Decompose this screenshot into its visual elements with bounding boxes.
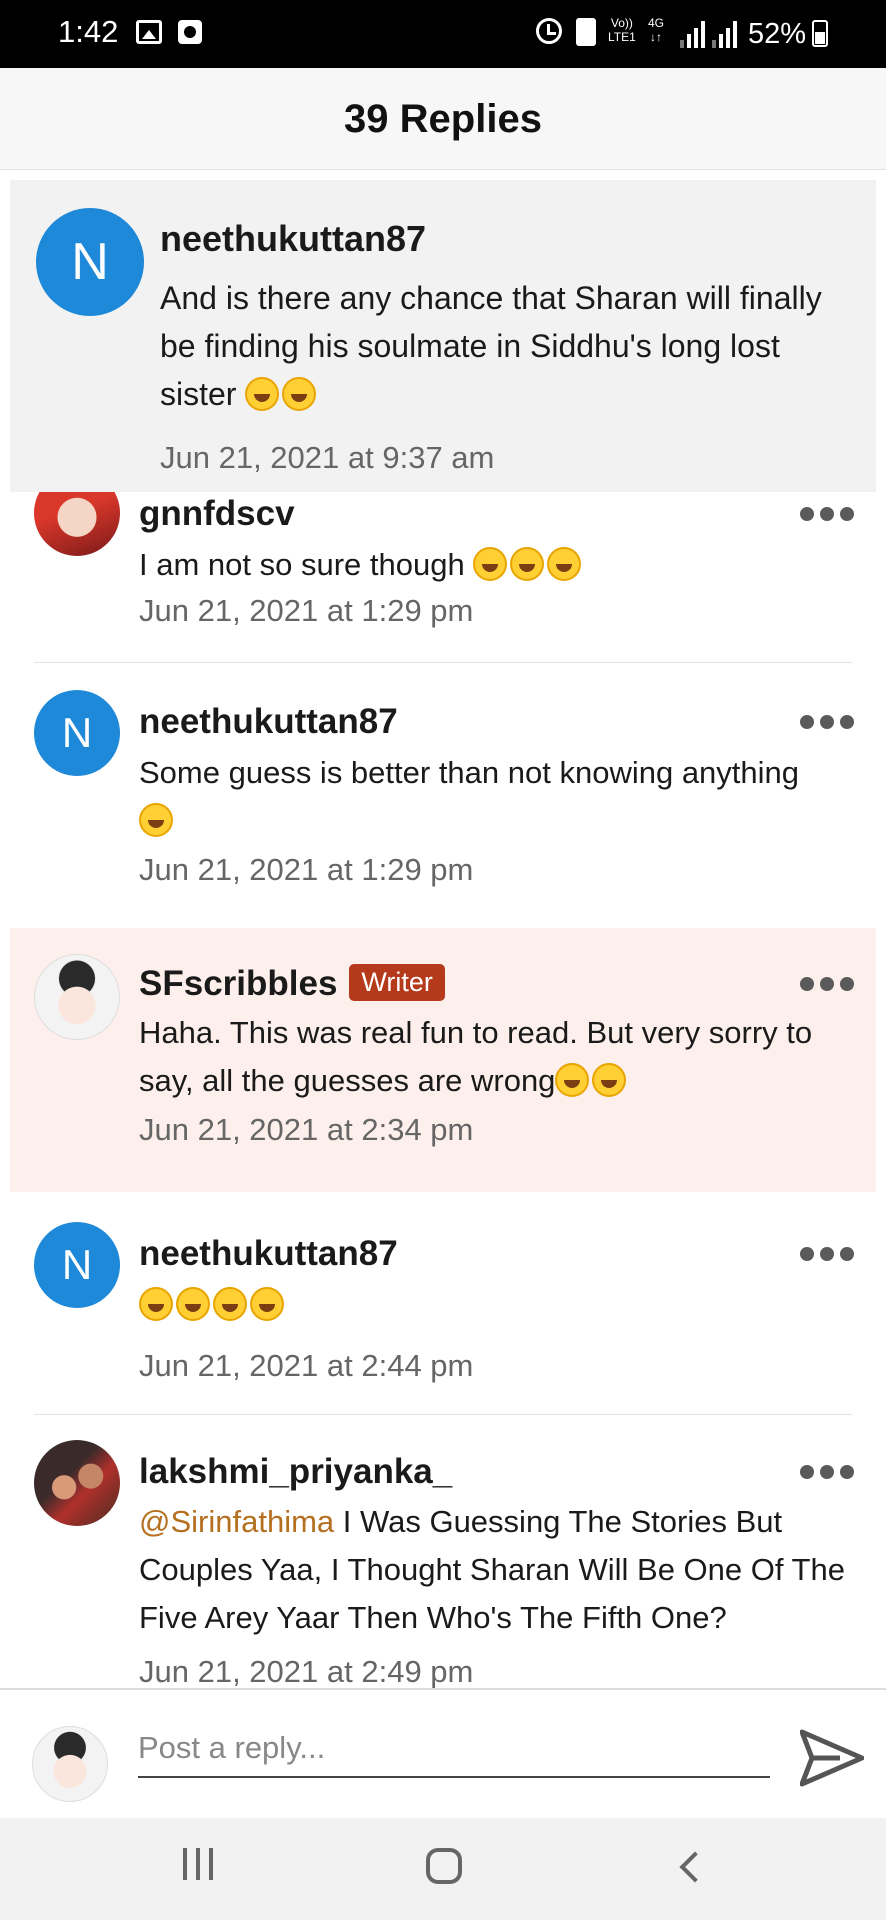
system-nav-bar — [0, 1818, 886, 1920]
laughing-emoji-icon — [213, 1287, 247, 1321]
avatar[interactable]: N — [36, 208, 144, 316]
send-icon[interactable] — [800, 1728, 864, 1788]
reply-timestamp: Jun 21, 2021 at 1:29 pm — [139, 852, 474, 887]
reply-item: N neethukuttan87 Jun 21, 2021 at 2:44 pm — [0, 1198, 886, 1424]
parent-comment: N neethukuttan87 And is there any chance… — [10, 180, 876, 492]
writer-badge: Writer — [349, 964, 445, 1001]
avatar[interactable]: N — [34, 690, 120, 776]
reply-timestamp: Jun 21, 2021 at 2:44 pm — [139, 1348, 474, 1383]
replies-list[interactable]: gnnfdscv I am not so sure though Jun 21,… — [0, 170, 886, 1688]
home-icon[interactable] — [426, 1848, 462, 1884]
reply-username[interactable]: SFscribbles Writer — [139, 964, 445, 1004]
current-user-avatar — [32, 1726, 108, 1802]
alarm-icon — [536, 18, 562, 44]
reply-text: Haha. This was real fun to read. But ver… — [139, 1015, 813, 1098]
network-type-icon: 4G ↓↑ — [648, 16, 665, 44]
gallery-icon — [136, 20, 162, 44]
laughing-emoji-icon — [282, 377, 317, 411]
reply-text — [139, 1281, 859, 1329]
divider — [34, 662, 852, 663]
app-notification-icon — [178, 20, 202, 44]
emoji-group — [473, 547, 584, 582]
avatar[interactable] — [34, 1440, 120, 1526]
laughing-emoji-icon — [250, 1287, 284, 1321]
grimacing-emoji-icon — [139, 803, 173, 837]
reply-item: SFscribbles Writer Haha. This was real fu… — [0, 928, 886, 1192]
more-options-button[interactable] — [800, 1242, 856, 1266]
signal-icon — [680, 20, 705, 48]
lock-icon — [576, 18, 596, 46]
reply-username[interactable]: neethukuttan87 — [139, 702, 398, 742]
reply-timestamp: Jun 21, 2021 at 1:29 pm — [139, 593, 474, 628]
reply-username[interactable]: lakshmi_priyanka_ — [139, 1452, 452, 1492]
laughing-emoji-icon — [139, 1287, 173, 1321]
reply-input[interactable] — [138, 1720, 770, 1778]
battery-percent: 52% — [748, 18, 807, 50]
page-header: 39 Replies — [0, 68, 886, 170]
reply-text: Some guess is better than not knowing an… — [139, 749, 859, 845]
reply-text: I am not so sure though — [139, 541, 859, 589]
reply-composer — [0, 1688, 886, 1818]
more-options-button[interactable] — [800, 1460, 856, 1484]
avatar[interactable]: N — [34, 1222, 120, 1308]
page-title: 39 Replies — [344, 97, 542, 141]
recent-apps-icon[interactable] — [180, 1848, 216, 1884]
reply-timestamp: Jun 21, 2021 at 2:49 pm — [139, 1654, 474, 1688]
laughing-emoji-icon — [510, 547, 545, 581]
avatar[interactable] — [34, 954, 120, 1040]
laughing-emoji-icon — [176, 1287, 210, 1321]
reply-item: lakshmi_priyanka_ @Sirinfathima I Was Gu… — [0, 1432, 886, 1688]
reply-username[interactable]: neethukuttan87 — [139, 1234, 398, 1274]
reply-text: @Sirinfathima I Was Guessing The Stories… — [139, 1504, 845, 1635]
status-time: 1:42 — [58, 14, 119, 49]
rofl-emoji-icon — [592, 1063, 627, 1097]
reply-item: N neethukuttan87 Some guess is better th… — [0, 682, 886, 918]
volte-icon: Vo)) LTE1 — [608, 16, 636, 44]
parent-text: And is there any chance that Sharan will… — [160, 280, 822, 412]
reply-timestamp: Jun 21, 2021 at 2:34 pm — [139, 1112, 474, 1147]
parent-username[interactable]: neethukuttan87 — [160, 218, 426, 260]
laughing-emoji-icon — [473, 547, 508, 581]
parent-timestamp: Jun 21, 2021 at 9:37 am — [160, 440, 495, 475]
status-bar: 1:42 Vo)) LTE1 4G ↓↑ 52% — [0, 0, 886, 68]
laughing-emoji-icon — [245, 377, 280, 411]
more-options-button[interactable] — [800, 972, 856, 996]
more-options-button[interactable] — [800, 710, 856, 734]
rofl-emoji-icon — [555, 1063, 590, 1097]
more-options-button[interactable] — [800, 502, 856, 526]
battery-icon — [812, 20, 828, 47]
mention-link[interactable]: @Sirinfathima — [139, 1504, 334, 1539]
reply-username[interactable]: gnnfdscv — [139, 494, 295, 534]
divider — [34, 1414, 852, 1415]
signal-icon — [712, 20, 737, 48]
back-icon[interactable] — [676, 1852, 704, 1880]
laughing-emoji-icon — [547, 547, 582, 581]
